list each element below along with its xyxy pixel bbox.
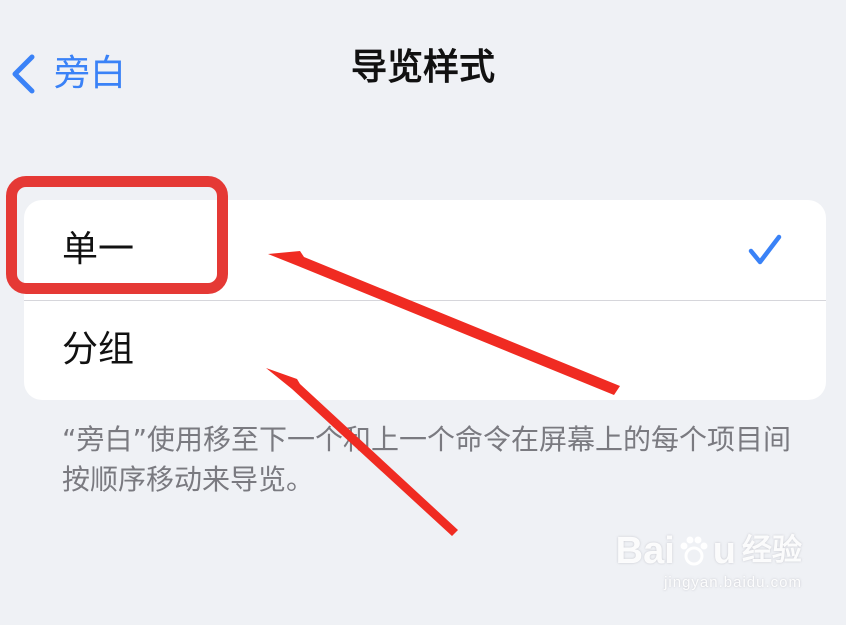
watermark-logo: Bai u 经验 xyxy=(615,530,802,572)
option-label: 单一 xyxy=(62,229,135,270)
watermark-url: jingyan.baidu.com xyxy=(664,574,802,591)
option-label: 分组 xyxy=(62,329,135,370)
footer-description: “旁白”使用移至下一个和上一个命令在屏幕上的每个项目间按顺序移动来导览。 xyxy=(62,423,792,496)
checkmark-icon xyxy=(748,234,782,265)
option-single[interactable]: 单一 xyxy=(24,200,826,300)
option-grouped[interactable]: 分组 xyxy=(24,300,826,400)
page-title: 导览样式 xyxy=(350,47,495,88)
paw-icon xyxy=(680,536,708,566)
watermark: Bai u 经验 jingyan.baidu.com xyxy=(616,532,802,591)
navigation-style-list: 单一 分组 xyxy=(24,200,826,400)
